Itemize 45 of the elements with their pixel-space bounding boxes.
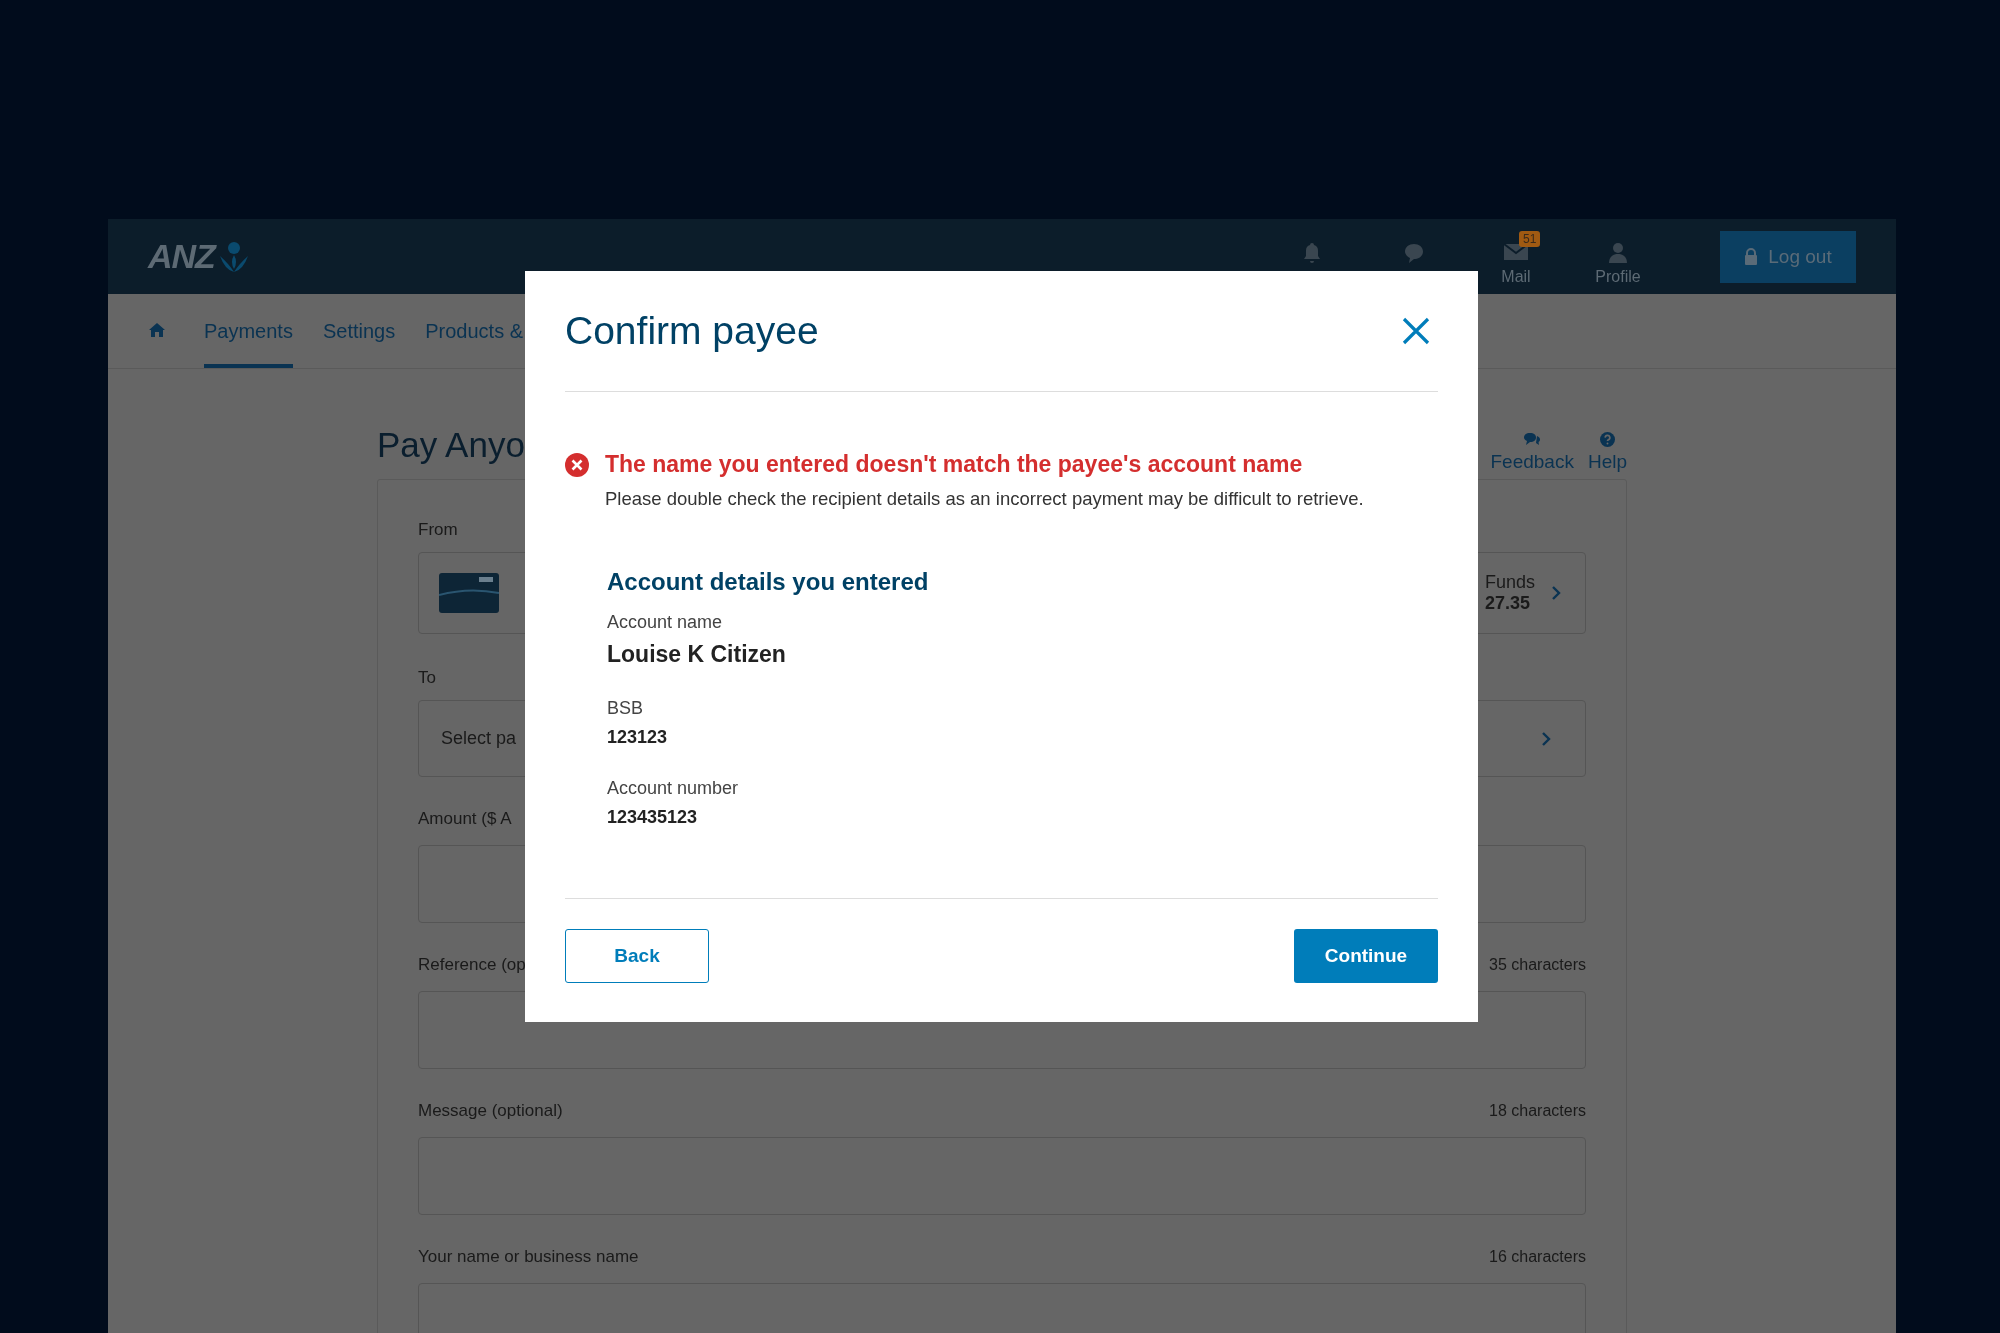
field-label: Amount ($ A: [418, 809, 512, 829]
page-title: Pay Anyo: [377, 425, 525, 465]
bell-icon: [1302, 241, 1322, 264]
logout-button[interactable]: Log out: [1720, 230, 1856, 283]
error-icon: [565, 453, 589, 477]
character-count: 18 characters: [1489, 1102, 1586, 1120]
logo-text[interactable]: ANZ: [148, 237, 215, 276]
header-action[interactable]: Profile: [1578, 227, 1658, 286]
field-label: Message (optional): [418, 1101, 563, 1121]
detail-label: Account name: [607, 612, 724, 633]
lock-icon: [1744, 248, 1759, 265]
field-label: From: [418, 520, 458, 540]
home-icon: [148, 321, 166, 338]
header-action[interactable]: 51 Mail: [1476, 227, 1556, 286]
dialog-title: Confirm payee: [565, 309, 819, 353]
chevron-right-icon: [1541, 731, 1551, 746]
detail-value: 123435123: [607, 807, 699, 828]
error-message: Please double check the recipient details as an incorrect payment may be difficult to retrieve.: [605, 488, 1364, 510]
close-icon: [1402, 317, 1430, 345]
nav-tab[interactable]: Settings: [322, 294, 396, 368]
help-icon: [1599, 432, 1615, 447]
field-label: Reference (op: [418, 955, 526, 975]
continue-button[interactable]: Continue: [1294, 929, 1438, 983]
speech-bubble-icon: [1403, 241, 1425, 264]
field-label: To: [418, 668, 436, 688]
error-heading: The name you entered doesn't match the payee's account name: [605, 451, 1304, 478]
back-button[interactable]: Back: [565, 929, 709, 983]
nav-tab[interactable]: Products &: [425, 294, 524, 368]
detail-value: 123123: [607, 727, 669, 748]
detail-value: Louise K Citizen: [607, 641, 787, 668]
nav-tab[interactable]: Payments: [204, 294, 293, 368]
bank-card-icon: [439, 573, 499, 613]
detail-label: BSB: [607, 698, 645, 719]
detail-label: Account number: [607, 778, 740, 799]
section-heading: Account details you entered: [607, 568, 930, 596]
field-label: Your name or business name: [418, 1247, 639, 1267]
close-button[interactable]: [1402, 317, 1430, 345]
count-badge: 51: [1519, 230, 1541, 247]
page-link[interactable]: Feedback: [1490, 432, 1574, 473]
character-count: 35 characters: [1489, 956, 1586, 974]
character-count: 16 characters: [1489, 1248, 1586, 1266]
chevron-right-icon: [1551, 586, 1561, 600]
page-link[interactable]: Help: [1587, 432, 1627, 473]
person-icon: [1608, 241, 1628, 264]
speech-bubbles-icon: [1523, 432, 1542, 447]
